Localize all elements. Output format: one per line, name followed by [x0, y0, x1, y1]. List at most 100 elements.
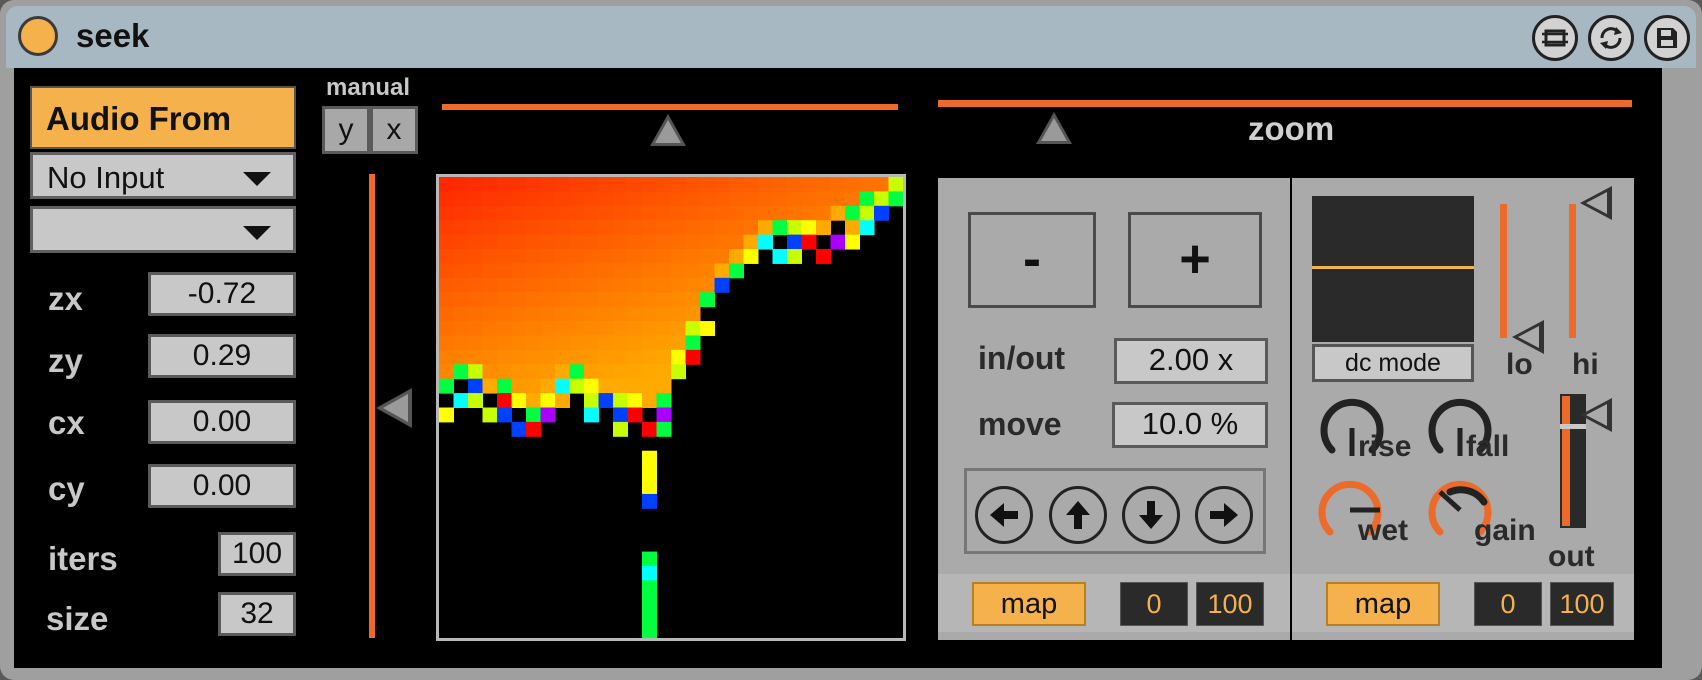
- hi-slider-handle[interactable]: [1580, 186, 1612, 220]
- move-value[interactable]: 10.0 %: [1112, 402, 1268, 448]
- fractal-pixel: [613, 335, 628, 351]
- fractal-pixel: [497, 249, 512, 264]
- audio-channel-menu[interactable]: [30, 206, 296, 253]
- fractal-pixel: [584, 407, 599, 423]
- fractal-pixel: [758, 205, 773, 221]
- fractal-pixel: [642, 220, 657, 236]
- fractal-pixel: [540, 220, 556, 236]
- hi-label: hi: [1572, 348, 1599, 381]
- dc-map-max[interactable]: 100: [1550, 582, 1614, 626]
- fractal-pixel: [526, 321, 541, 336]
- fractal-pixel: [540, 335, 556, 351]
- cy-value[interactable]: 0.00: [148, 464, 296, 508]
- dc-map-min[interactable]: 0: [1474, 582, 1542, 626]
- zoom-in-button[interactable]: +: [1128, 212, 1262, 308]
- fractal-pixel: [830, 205, 846, 221]
- fractal-pixel: [453, 364, 469, 380]
- fractal-pixel: [497, 335, 512, 351]
- fractal-pixel: [569, 321, 585, 336]
- fractal-pixel: [642, 450, 657, 466]
- fractal-pixel: [801, 220, 817, 236]
- zoom-map-button[interactable]: map: [972, 582, 1086, 626]
- inout-value[interactable]: 2.00 x: [1114, 338, 1268, 384]
- fractal-pixel: [468, 335, 483, 351]
- x-slider-track[interactable]: [442, 104, 898, 110]
- lo-slider-track[interactable]: [1500, 204, 1507, 338]
- fractal-pixel: [598, 234, 614, 250]
- fractal-pixel: [482, 277, 498, 293]
- save-icon[interactable]: [1644, 15, 1690, 61]
- fractal-pixel: [555, 335, 570, 351]
- zoom-slider-handle[interactable]: [1036, 112, 1072, 144]
- dc-mode-button[interactable]: dc mode: [1312, 344, 1474, 382]
- arrow-right-icon[interactable]: [1195, 486, 1253, 544]
- fractal-pixel: [627, 292, 643, 308]
- arrow-up-icon[interactable]: [1049, 486, 1107, 544]
- arrow-left-icon[interactable]: [975, 486, 1033, 544]
- fractal-pixel: [685, 321, 701, 336]
- fractal-pixel: [627, 364, 643, 380]
- size-value[interactable]: 32: [218, 592, 296, 636]
- manual-y-button[interactable]: y: [322, 106, 370, 154]
- fractal-pixel: [497, 393, 512, 408]
- fractal-pixel: [772, 205, 788, 221]
- cx-value[interactable]: 0.00: [148, 400, 296, 444]
- audio-input-menu[interactable]: No Input: [30, 152, 296, 199]
- fractal-pixel: [511, 205, 527, 221]
- fractal-display[interactable]: [436, 174, 906, 641]
- fractal-pixel: [598, 335, 614, 351]
- size-label: size: [46, 600, 109, 637]
- arrow-down-icon[interactable]: [1122, 486, 1180, 544]
- zy-value[interactable]: 0.29: [148, 334, 296, 378]
- presets-icon[interactable]: [1588, 15, 1634, 61]
- iters-value[interactable]: 100: [218, 532, 296, 576]
- manual-x-button[interactable]: x: [370, 106, 418, 154]
- fractal-pixel: [468, 177, 483, 192]
- device-title: seek: [76, 17, 150, 54]
- fractal-pixel: [468, 249, 483, 264]
- fractal-pixel: [613, 205, 628, 221]
- device-power-button[interactable]: [18, 16, 58, 56]
- fractal-pixel: [642, 551, 657, 567]
- fractal-pixel: [439, 191, 454, 207]
- fractal-pixel: [613, 220, 628, 236]
- zy-label: zy: [48, 342, 83, 379]
- fractal-pixel: [482, 220, 498, 236]
- fractal-pixel: [729, 205, 744, 221]
- x-slider-handle[interactable]: [650, 114, 686, 146]
- fractal-pixel: [439, 234, 454, 250]
- fractal-pixel: [497, 321, 512, 336]
- fractal-pixel: [555, 292, 570, 308]
- zx-value[interactable]: -0.72: [148, 272, 296, 316]
- fractal-pixel: [874, 177, 889, 192]
- y-slider-track[interactable]: [369, 174, 375, 638]
- zoom-map-min[interactable]: 0: [1120, 582, 1188, 626]
- fractal-pixel: [526, 364, 541, 380]
- zoom-out-button[interactable]: -: [968, 212, 1096, 308]
- fractal-pixel: [642, 349, 657, 365]
- fractal-pixel: [511, 421, 527, 437]
- fractal-pixel: [714, 234, 730, 250]
- fractal-pixel: [656, 306, 672, 322]
- hi-slider-track[interactable]: [1569, 204, 1576, 338]
- fractal-pixel: [743, 220, 759, 236]
- fractal-pixel: [555, 177, 570, 192]
- fractal-pixel: [772, 220, 788, 236]
- out-slider-handle[interactable]: [1580, 398, 1612, 432]
- dc-map-button[interactable]: map: [1326, 582, 1440, 626]
- fractal-pixel: [729, 263, 744, 279]
- wet-label: wet: [1358, 514, 1409, 547]
- fractal-pixel: [511, 378, 527, 394]
- lo-label: lo: [1506, 348, 1533, 381]
- zoom-map-max[interactable]: 100: [1196, 582, 1264, 626]
- fractal-pixel: [555, 393, 570, 408]
- fractal-pixel: [859, 177, 875, 192]
- hot-swap-icon[interactable]: [1532, 15, 1578, 61]
- fractal-pixel: [569, 205, 585, 221]
- y-slider-handle[interactable]: [376, 388, 412, 428]
- fractal-pixel: [439, 335, 454, 351]
- fractal-pixel: [497, 191, 512, 207]
- zoom-slider-track[interactable]: [938, 100, 1632, 107]
- fractal-pixel: [526, 421, 541, 437]
- fractal-pixel: [569, 378, 585, 394]
